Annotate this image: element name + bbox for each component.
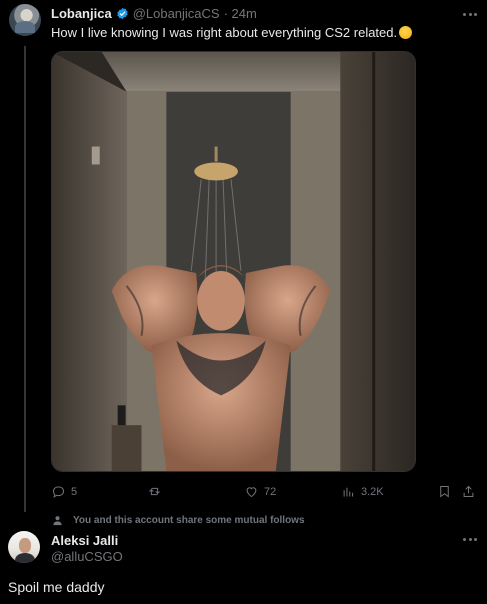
- share-button[interactable]: [461, 484, 476, 499]
- author-name[interactable]: Lobanjica: [51, 6, 112, 21]
- face-with-open-mouth-emoji: [399, 26, 413, 39]
- like-button[interactable]: 72: [244, 484, 276, 499]
- reply-more-options-icon[interactable]: [463, 538, 477, 542]
- mutual-follows-notice: You and this account share some mutual f…: [52, 515, 305, 526]
- mutual-follows-text: You and this account share some mutual f…: [73, 515, 305, 526]
- reply-button[interactable]: 5: [51, 484, 77, 499]
- bookmark-button[interactable]: [437, 484, 452, 499]
- reply-text: Spoil me daddy: [8, 579, 105, 595]
- retweet-button[interactable]: [147, 484, 167, 499]
- post-time[interactable]: · 24m: [224, 6, 257, 21]
- post-header: Lobanjica @LobanjicaCS · 24m: [51, 6, 257, 21]
- post-text: How I live knowing I was right about eve…: [51, 25, 398, 40]
- reply-header: Aleksi Jalli @alluCSGO: [51, 533, 123, 565]
- more-options-icon[interactable]: [463, 13, 477, 17]
- reply-count: 5: [71, 485, 78, 498]
- reply-avatar[interactable]: [8, 531, 40, 563]
- like-count: 72: [264, 485, 277, 498]
- verified-badge-icon: [116, 7, 128, 20]
- post-actions: 5 72 3.2K: [51, 484, 477, 502]
- post-text-container: How I live knowing I was right about eve…: [51, 25, 413, 40]
- heart-icon: [246, 487, 257, 498]
- view-count: 3.2K: [361, 485, 384, 498]
- share-icon: [463, 485, 474, 497]
- views-chart-icon: [343, 487, 354, 497]
- reply-author-handle[interactable]: @alluCSGO: [51, 549, 123, 565]
- bookmark-icon: [440, 486, 449, 498]
- retweet-icon: [149, 487, 160, 496]
- views-button[interactable]: 3.2K: [341, 484, 384, 499]
- thread-connector-line: [24, 46, 26, 512]
- reply-icon: [52, 486, 65, 498]
- person-icon: [53, 516, 62, 526]
- post-image[interactable]: [51, 51, 416, 472]
- avatar[interactable]: [9, 4, 41, 36]
- reply-author-name[interactable]: Aleksi Jalli: [51, 533, 123, 549]
- author-handle[interactable]: @LobanjicaCS: [133, 6, 220, 21]
- shower-photo: [52, 52, 415, 471]
